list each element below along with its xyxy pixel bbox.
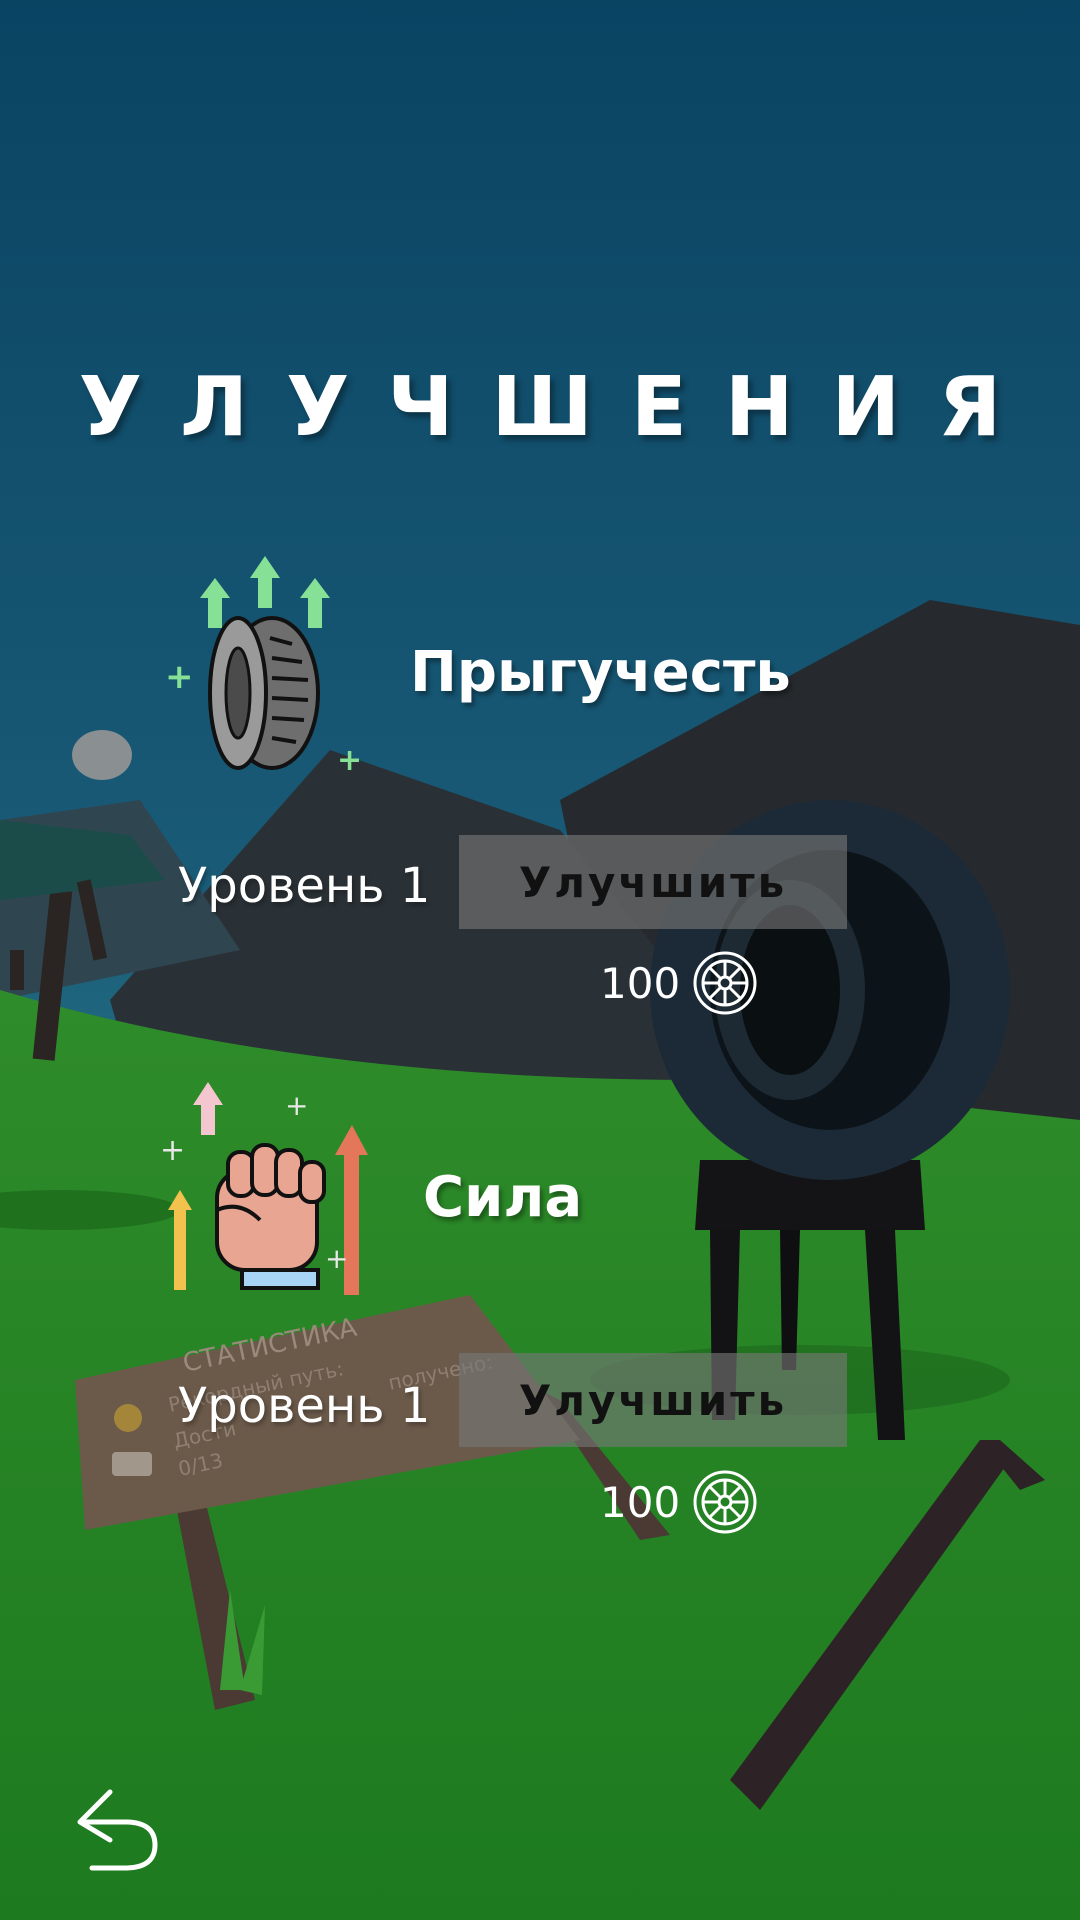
svg-text:+: + [325, 1242, 348, 1275]
upgrade-name-strength: Сила [423, 1165, 583, 1230]
back-arrow-icon [77, 1789, 158, 1871]
game-scene-background: СТАТИСТИКА Рекордный путь: получено: Дос… [0, 0, 1080, 1920]
svg-text:+: + [337, 743, 360, 778]
upgrade-jump-button[interactable]: Улучшить [459, 835, 847, 929]
upgrade-level-strength: Уровень 1 [178, 1378, 431, 1434]
sign-game-icon [112, 1452, 152, 1476]
upgrade-level-jump: Уровень 1 [178, 858, 431, 914]
screen-title: УЛУЧШЕНИЯ [78, 360, 1040, 455]
sign-star-icon [114, 1404, 142, 1432]
svg-text:+: + [160, 1133, 185, 1168]
moon [72, 730, 132, 780]
svg-text:+: + [165, 657, 194, 697]
cost-value: 100 [600, 1477, 681, 1527]
upgrade-jump-cost: 100 [600, 950, 758, 1016]
wheel-coin-icon [693, 1470, 757, 1534]
bouncy-tire-icon: + + [160, 548, 362, 778]
svg-text:+: + [285, 1089, 308, 1122]
cost-value: 100 [600, 958, 681, 1008]
wheel-coin-icon [693, 951, 757, 1015]
fist-strength-icon: + + + [160, 1070, 380, 1300]
upgrade-name-jump: Прыгучесть [410, 640, 791, 705]
upgrade-strength-cost: 100 [600, 1469, 758, 1535]
upgrade-strength-button[interactable]: Улучшить [459, 1353, 847, 1447]
back-button[interactable] [70, 1780, 165, 1875]
